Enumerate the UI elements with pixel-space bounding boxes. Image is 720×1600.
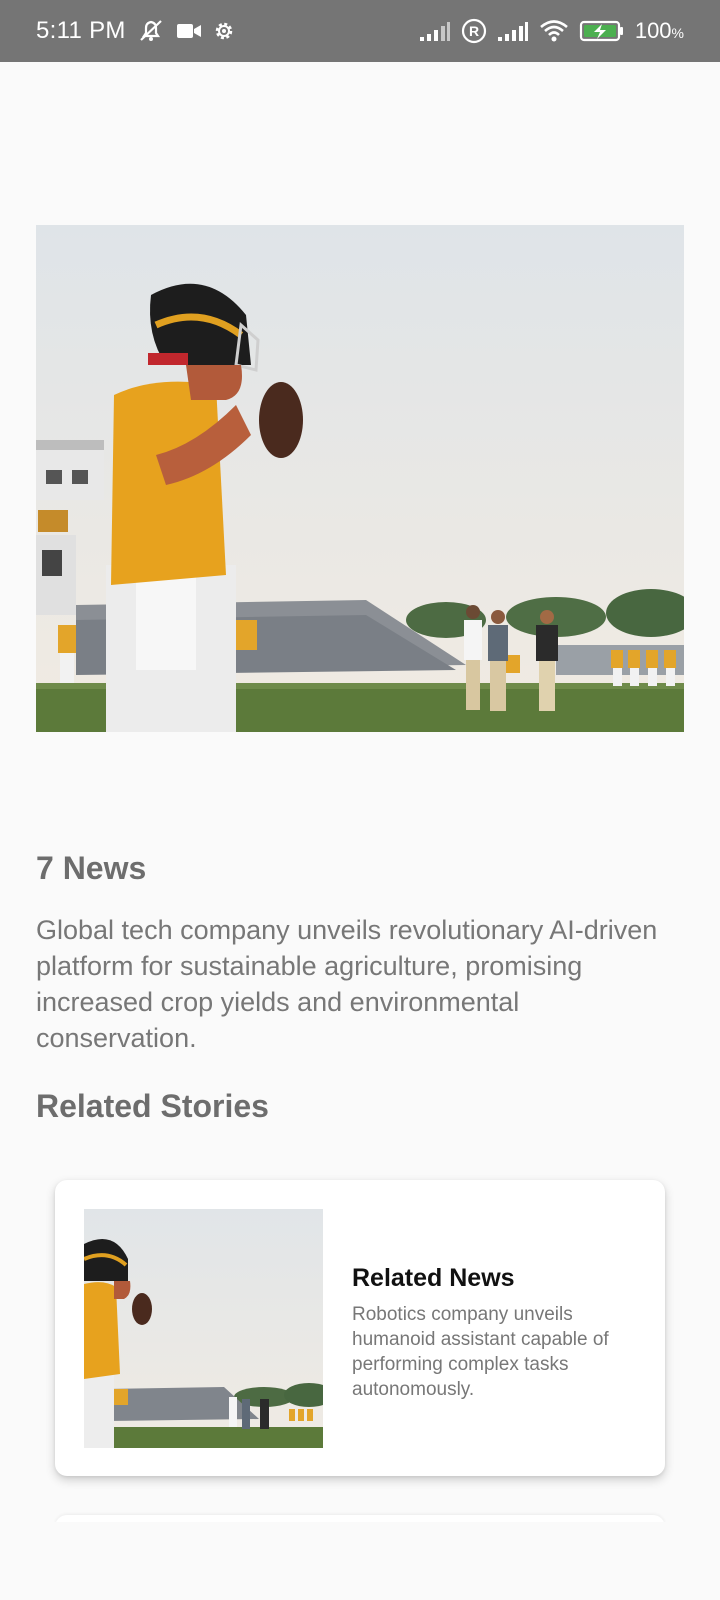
mute-icon: [136, 18, 166, 44]
status-bar-left: 5:11 PM: [36, 17, 236, 45]
svg-text:R: R: [469, 23, 479, 39]
signal-icon: [419, 20, 451, 42]
news-source-title: 7 News: [36, 850, 147, 886]
hero-image: [36, 225, 684, 732]
bottom-fade: [0, 1522, 720, 1600]
wifi-icon: [539, 19, 569, 43]
battery-charging-icon: [579, 19, 625, 43]
registered-icon: R: [461, 18, 487, 44]
related-story-card[interactable]: Related News Robotics company unveils hu…: [55, 1180, 665, 1476]
related-stories-heading: Related Stories: [36, 1088, 269, 1124]
settings-icon: [212, 19, 236, 43]
related-story-thumbnail: [84, 1209, 323, 1448]
related-story-title: Related News: [352, 1264, 515, 1292]
battery-percent: 100%: [635, 18, 684, 44]
battery-value: 100: [634, 18, 672, 43]
signal-icon: [497, 20, 529, 42]
status-bar: 5:11 PM R 100%: [0, 0, 720, 62]
status-bar-right: R 100%: [419, 18, 684, 44]
related-story-description: Robotics company unveils humanoid assist…: [352, 1304, 609, 1400]
article-headline: Global tech company unveils revolutionar…: [36, 915, 658, 1053]
battery-unit: %: [671, 25, 684, 41]
status-time: 5:11 PM: [36, 17, 126, 44]
video-camera-icon: [176, 21, 202, 41]
